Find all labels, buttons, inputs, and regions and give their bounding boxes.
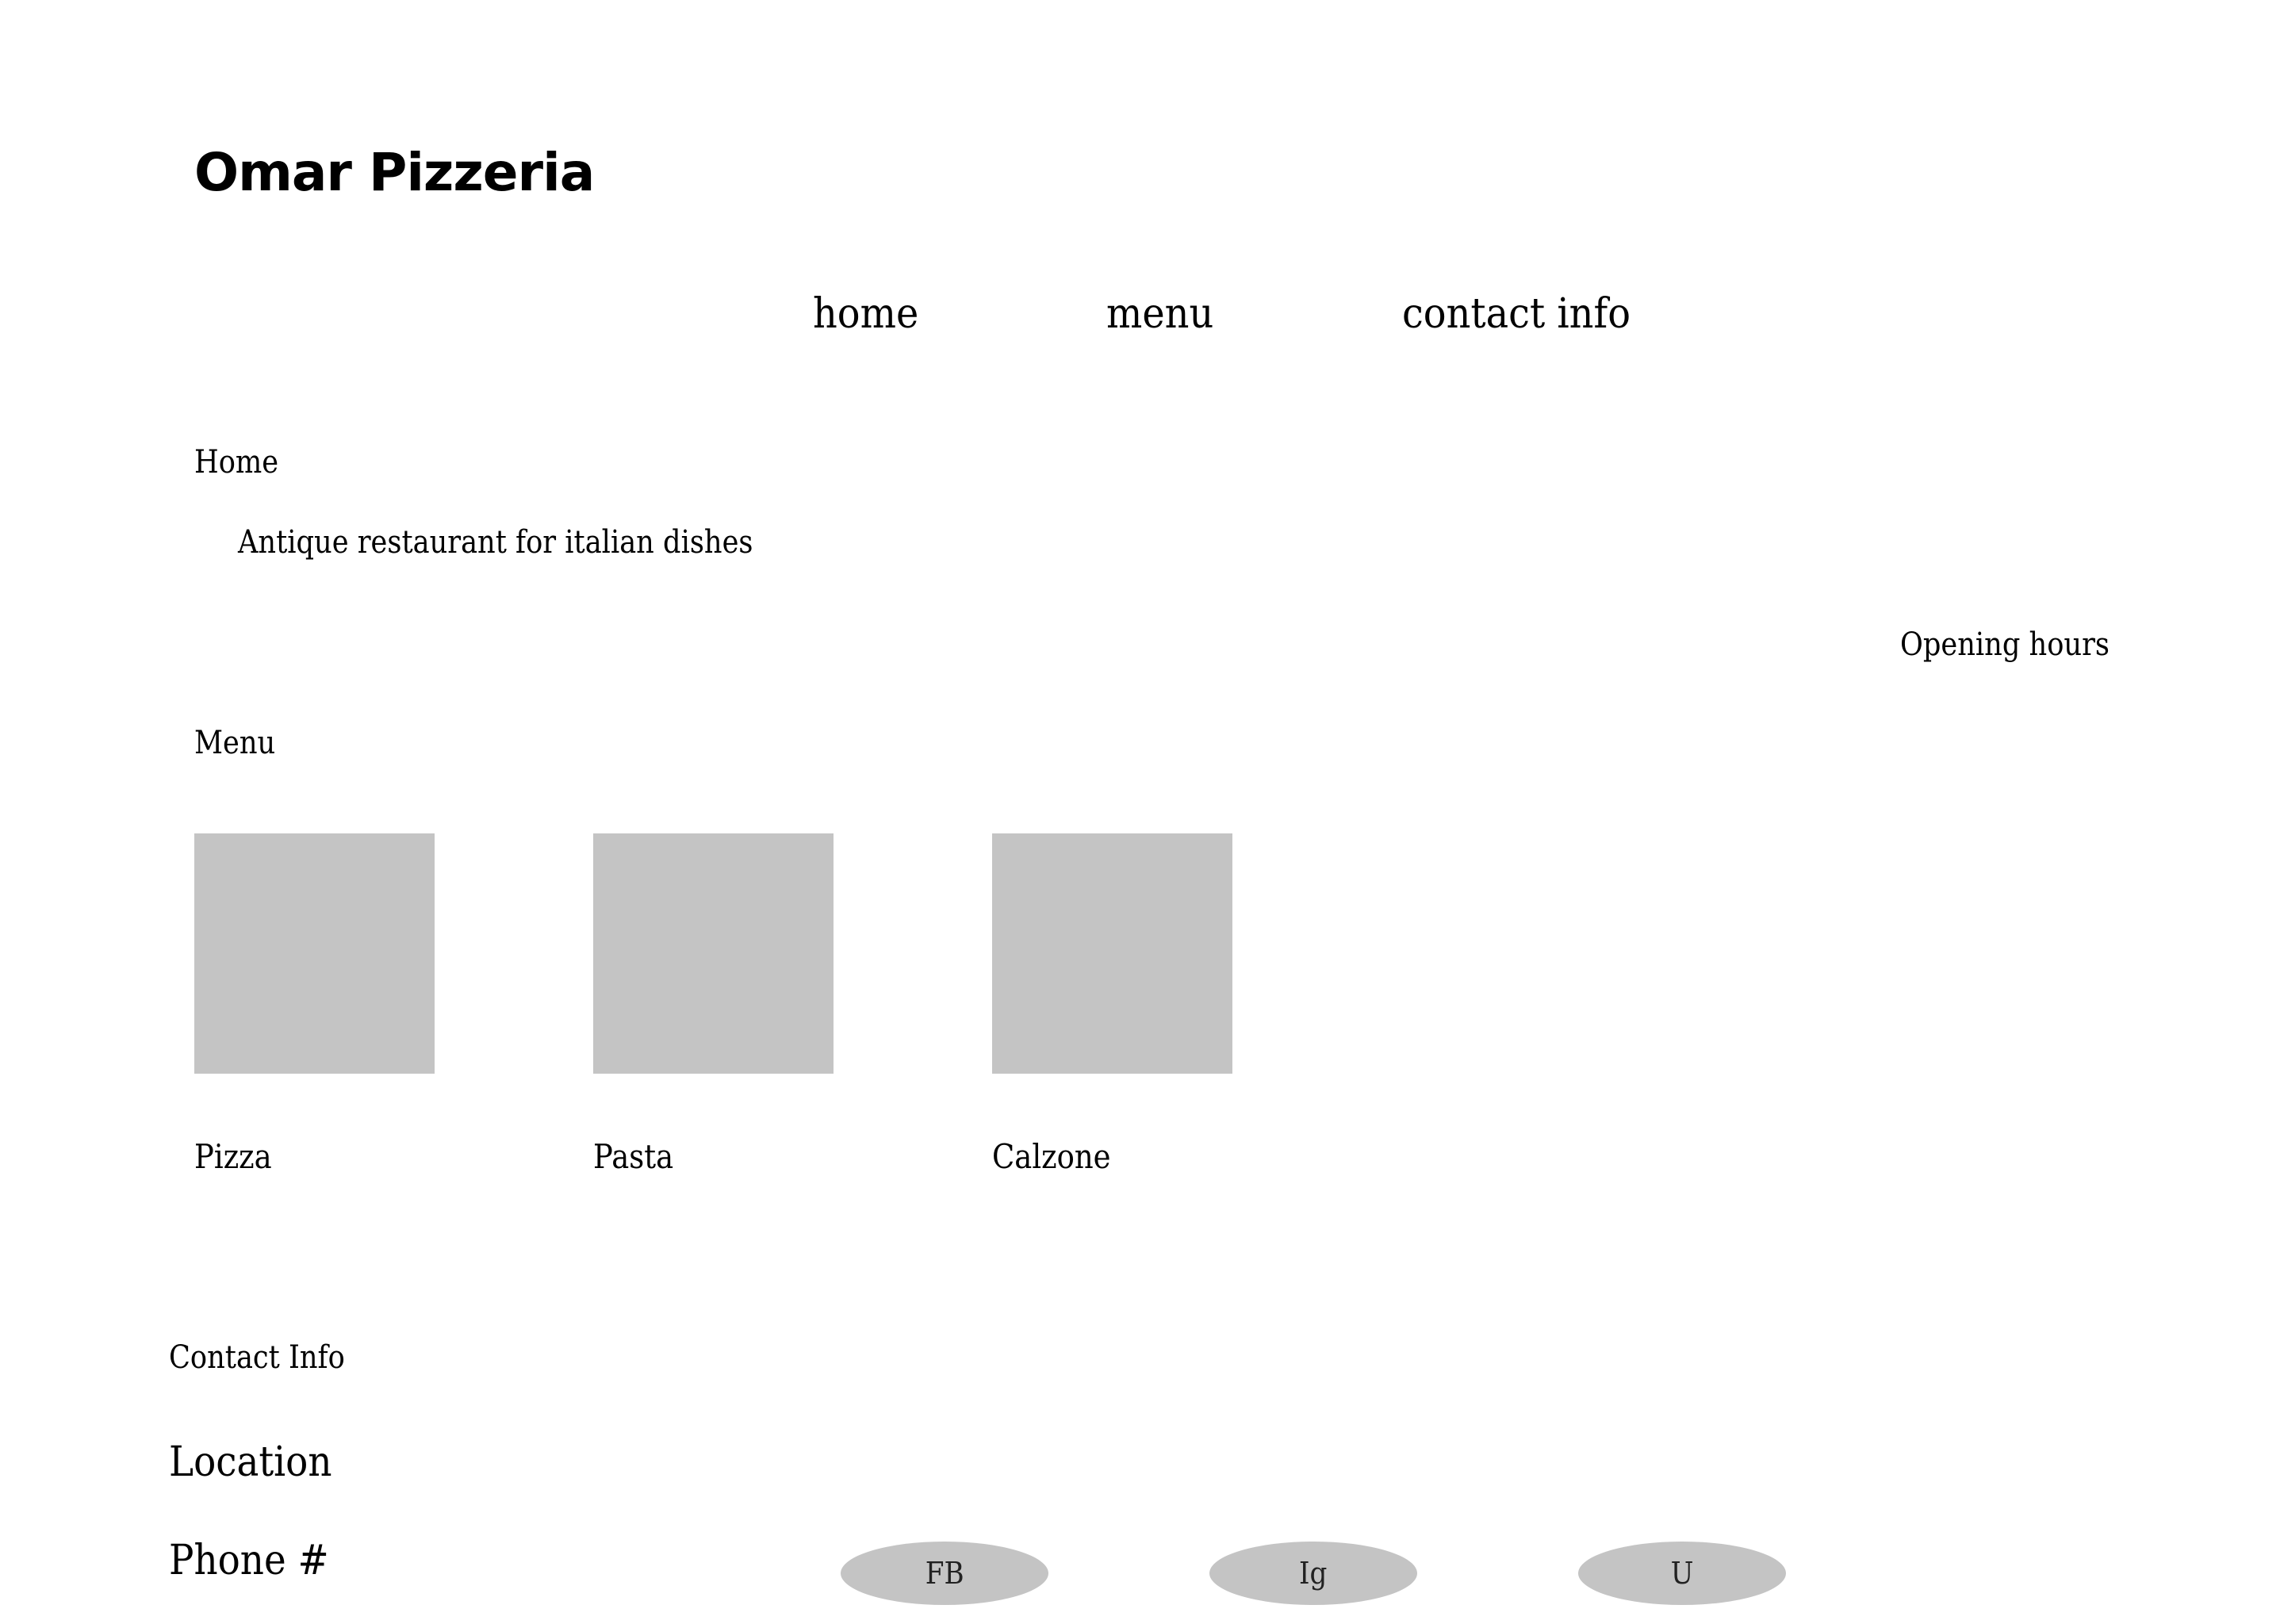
menu-item-image-pasta[interactable] — [593, 833, 834, 1074]
opening-hours-label: Opening hours — [1900, 626, 2110, 663]
contact-section-title: Contact Info — [169, 1339, 345, 1376]
restaurant-tagline: Antique restaurant for italian dishes — [238, 524, 753, 561]
nav-link-menu[interactable]: menu — [1106, 293, 1213, 335]
facebook-button[interactable]: FB — [841, 1542, 1048, 1605]
u-social-button[interactable]: U — [1578, 1542, 1786, 1605]
menu-item-label-pasta: Pasta — [593, 1137, 674, 1176]
instagram-button-label: Ig — [1299, 1556, 1328, 1591]
site-logo: Omar Pizzeria — [194, 142, 595, 203]
phone-label: Phone # — [169, 1537, 329, 1584]
menu-section-title: Menu — [194, 725, 276, 761]
menu-item-image-calzone[interactable] — [992, 833, 1232, 1074]
facebook-button-label: FB — [925, 1556, 964, 1591]
menu-item-image-pizza[interactable] — [194, 833, 435, 1074]
nav-link-contact-info[interactable]: contact info — [1402, 293, 1631, 335]
u-social-button-label: U — [1670, 1556, 1694, 1591]
menu-item-label-calzone: Calzone — [992, 1137, 1111, 1176]
location-label: Location — [169, 1438, 332, 1486]
home-section-title: Home — [194, 444, 279, 481]
nav-link-home[interactable]: home — [813, 293, 918, 335]
instagram-button[interactable]: Ig — [1209, 1542, 1417, 1605]
menu-item-label-pizza: Pizza — [194, 1137, 272, 1176]
